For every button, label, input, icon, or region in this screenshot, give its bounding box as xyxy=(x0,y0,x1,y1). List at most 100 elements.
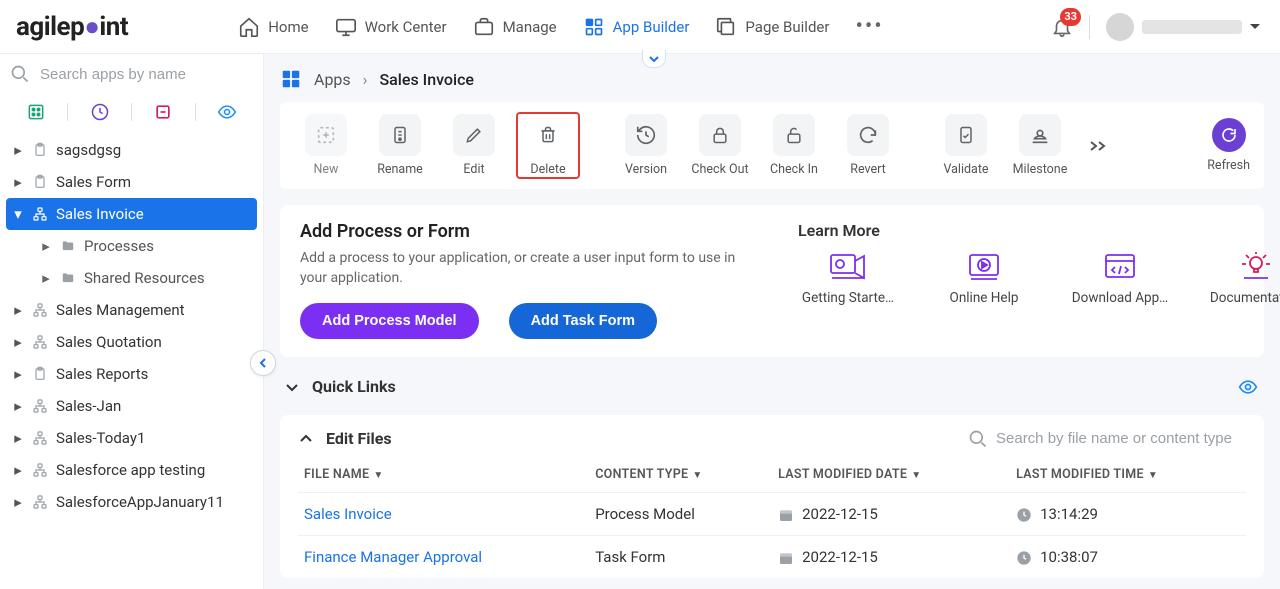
nav-more-icon[interactable]: ••• xyxy=(855,14,883,39)
clock-icon xyxy=(1016,507,1032,523)
sitemap-icon xyxy=(32,462,48,478)
col-modified-date[interactable]: LAST MODIFIED DATE▼ xyxy=(772,459,1010,493)
avatar-icon xyxy=(1106,13,1134,41)
tool-milestone[interactable]: Milestone xyxy=(1008,114,1072,177)
tree-item[interactable]: ▸Sales Form xyxy=(0,166,263,198)
refresh-button[interactable]: Refresh xyxy=(1207,118,1250,173)
nav-work-center[interactable]: Work Center xyxy=(335,16,447,38)
add-task-form-button[interactable]: Add Task Form xyxy=(509,303,657,339)
separator xyxy=(67,103,68,121)
tree-item[interactable]: ▸Sales Quotation xyxy=(0,326,263,358)
brand-text-b: int xyxy=(99,12,128,42)
tool-revert[interactable]: Revert xyxy=(836,114,900,177)
search-icon xyxy=(10,64,30,84)
tool-rename[interactable]: Rename xyxy=(368,114,432,177)
filter-category-button[interactable] xyxy=(16,98,56,126)
revert-icon xyxy=(847,114,889,156)
expand-icon: ▸ xyxy=(12,365,24,383)
sidebar-search-input[interactable] xyxy=(40,66,249,83)
tree-item-selected[interactable]: ▾Sales Invoice xyxy=(6,198,257,230)
tool-delete[interactable]: Delete xyxy=(516,112,580,179)
tool-validate[interactable]: Validate xyxy=(934,114,998,177)
file-time: 10:38:07 xyxy=(1040,548,1098,566)
unlock-icon xyxy=(773,114,815,156)
tool-validate-label: Validate xyxy=(943,162,988,177)
tree-item[interactable]: ▸Salesforce app testing xyxy=(0,454,263,486)
learn-label: Download App… xyxy=(1072,290,1168,306)
files-search[interactable] xyxy=(968,429,1246,449)
header-expand-handle[interactable] xyxy=(642,50,666,68)
new-icon xyxy=(305,114,347,156)
learn-documentation[interactable]: Documentation xyxy=(1206,252,1280,306)
breadcrumb-root[interactable]: Apps xyxy=(314,70,351,89)
filter-archived-button[interactable] xyxy=(143,98,183,126)
tree-item[interactable]: ▸SalesforceAppJanuary11 xyxy=(0,486,263,518)
pencil-icon xyxy=(453,114,495,156)
col-file-name[interactable]: FILE NAME▼ xyxy=(298,459,589,493)
chevron-down-icon xyxy=(648,54,660,64)
sort-desc-icon: ▼ xyxy=(1148,470,1158,481)
tree-item[interactable]: ▸Sales Management xyxy=(0,294,263,326)
quick-links-visibility[interactable] xyxy=(1236,377,1260,397)
tool-revert-label: Revert xyxy=(850,162,886,177)
sidebar-search[interactable] xyxy=(0,54,263,94)
sidebar-collapse-button[interactable] xyxy=(250,350,276,376)
quick-links-title: Quick Links xyxy=(312,377,396,396)
learn-download-app[interactable]: Download App… xyxy=(1070,252,1170,306)
tool-edit[interactable]: Edit xyxy=(442,114,506,177)
files-search-input[interactable] xyxy=(996,430,1246,447)
add-section: Add Process or Form Add a process to you… xyxy=(280,205,1264,357)
tree-item[interactable]: ▸sagsdgsg xyxy=(0,134,263,166)
learn-more-section: Learn More Getting Starte… Online Help D… xyxy=(798,221,1280,339)
nav-home-label: Home xyxy=(268,18,308,36)
chevron-right-icon: › xyxy=(363,70,368,89)
tool-version[interactable]: Version xyxy=(614,114,678,177)
expand-icon: ▸ xyxy=(12,429,24,447)
tool-checkin[interactable]: Check In xyxy=(762,114,826,177)
filter-recent-button[interactable] xyxy=(80,98,120,126)
tree-item[interactable]: ▸Sales Reports xyxy=(0,358,263,390)
toolbar-more[interactable] xyxy=(1082,139,1114,153)
filter-visibility-button[interactable] xyxy=(207,98,247,126)
edit-files-toggle[interactable] xyxy=(298,431,314,447)
apps-grid-icon[interactable] xyxy=(280,68,302,90)
learn-label: Getting Starte… xyxy=(802,290,894,306)
sitemap-icon xyxy=(32,206,48,222)
nav-home[interactable]: Home xyxy=(238,16,308,38)
nav-page-builder[interactable]: Page Builder xyxy=(715,16,829,38)
tree-item-label: Sales Management xyxy=(56,301,185,319)
table-row[interactable]: Sales Invoice Process Model 2022-12-15 1… xyxy=(298,492,1246,535)
tree-item-label: Sales Form xyxy=(56,173,131,191)
search-icon xyxy=(968,429,988,449)
tool-checkout[interactable]: Check Out xyxy=(688,114,752,177)
tool-version-label: Version xyxy=(625,162,667,177)
col-content-type[interactable]: CONTENT TYPE▼ xyxy=(589,459,772,493)
tree-subitem[interactable]: ▸Processes xyxy=(0,230,263,262)
file-link[interactable]: Sales Invoice xyxy=(304,505,392,523)
sort-desc-icon: ▼ xyxy=(911,470,921,481)
nav-manage[interactable]: Manage xyxy=(473,16,557,38)
briefcase-icon xyxy=(473,16,495,38)
tree-item[interactable]: ▸Sales-Today1 xyxy=(0,422,263,454)
notifications-button[interactable]: 33 xyxy=(1051,16,1073,38)
content-area: Apps › Sales Invoice New Rename Edit Del… xyxy=(264,54,1280,589)
col-modified-time[interactable]: LAST MODIFIED TIME▼ xyxy=(1010,459,1246,493)
add-process-model-button[interactable]: Add Process Model xyxy=(300,303,479,339)
nav-app-builder[interactable]: App Builder xyxy=(583,16,690,38)
learn-online-help[interactable]: Online Help xyxy=(934,252,1034,306)
tool-new[interactable]: New xyxy=(294,114,358,177)
expand-icon: ▸ xyxy=(12,333,24,351)
sidebar-filters xyxy=(0,94,263,134)
milestone-icon xyxy=(1019,114,1061,156)
quick-links-toggle[interactable] xyxy=(284,379,300,395)
tool-checkin-label: Check In xyxy=(770,162,818,177)
tree-item[interactable]: ▸Sales-Jan xyxy=(0,390,263,422)
tree-subitem-label: Shared Resources xyxy=(84,269,205,287)
learn-getting-started[interactable]: Getting Starte… xyxy=(798,252,898,306)
table-row[interactable]: Finance Manager Approval Task Form 2022-… xyxy=(298,535,1246,578)
tree-subitem[interactable]: ▸Shared Resources xyxy=(0,262,263,294)
expand-icon: ▸ xyxy=(40,237,52,255)
user-menu[interactable] xyxy=(1106,13,1260,41)
apps-icon xyxy=(583,16,605,38)
file-link[interactable]: Finance Manager Approval xyxy=(304,548,482,566)
